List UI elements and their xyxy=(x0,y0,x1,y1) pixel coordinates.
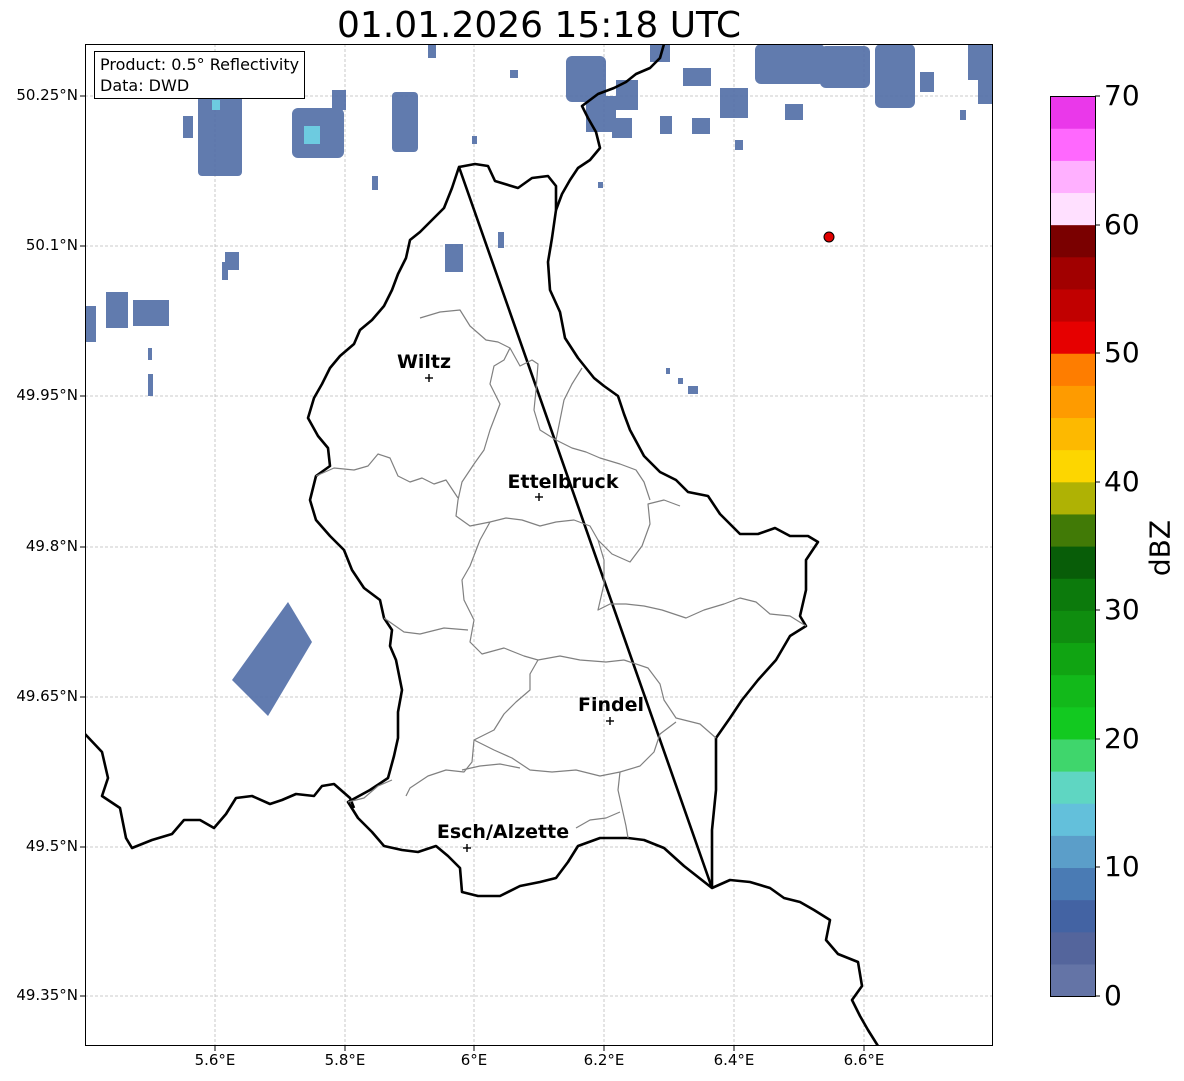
data-source-label: Data: DWD xyxy=(100,76,190,95)
radar-map: Wiltz Ettelbruck Findel Esch/Alzette xyxy=(80,44,1100,1051)
colorbar-segment xyxy=(1050,803,1096,836)
colorbar-segment xyxy=(1050,771,1096,804)
radar-station-marker xyxy=(823,231,835,243)
product-label: Product: 0.5° Reflectivity xyxy=(100,55,300,74)
city-labels: Wiltz Ettelbruck Findel Esch/Alzette xyxy=(397,351,644,843)
colorbar-segment xyxy=(1050,449,1096,483)
x-tick-label: 5.8°E xyxy=(324,1051,366,1069)
city-label-wiltz: Wiltz xyxy=(397,351,451,373)
y-tick-label: 49.95°N xyxy=(16,386,78,404)
colorbar-segment xyxy=(1050,674,1096,708)
colorbar-segment xyxy=(1050,963,1096,997)
radar-echoes xyxy=(86,44,993,716)
plot-frame xyxy=(85,44,993,1046)
colorbar-segment xyxy=(1050,835,1096,869)
city-marker-findel xyxy=(606,717,614,725)
colorbar-segment xyxy=(1050,160,1096,194)
colorbar-segment xyxy=(1050,610,1096,644)
city-label-esch: Esch/Alzette xyxy=(437,821,569,843)
city-marker-esch xyxy=(463,844,471,852)
y-tick-label: 49.65°N xyxy=(16,687,78,705)
country-borders xyxy=(85,44,880,1046)
colorbar-segment xyxy=(1050,353,1096,386)
colorbar-tick-label: 10 xyxy=(1104,850,1140,883)
y-tick-label: 50.25°N xyxy=(16,86,78,104)
x-tick-label: 6.2°E xyxy=(583,1051,625,1069)
y-tick-label: 49.8°N xyxy=(25,537,78,555)
y-tick-label: 49.35°N xyxy=(16,986,78,1004)
colorbar-tick-label: 50 xyxy=(1104,336,1140,369)
colorbar-tick-label: 20 xyxy=(1104,722,1140,755)
colorbar-segment xyxy=(1050,256,1096,290)
colorbar-segment xyxy=(1050,867,1096,901)
colorbar-tick-label: 70 xyxy=(1104,79,1140,112)
x-tick-label: 6.6°E xyxy=(843,1051,885,1069)
city-markers xyxy=(425,374,614,852)
colorbar-segment xyxy=(1050,706,1096,740)
colorbar-tick-label: 30 xyxy=(1104,593,1140,626)
colorbar-tick-label: 40 xyxy=(1104,465,1140,498)
colorbar-segment xyxy=(1050,513,1096,547)
colorbar-segment xyxy=(1050,321,1096,354)
canton-borders xyxy=(315,309,807,839)
x-tick-label: 6°E xyxy=(460,1051,488,1069)
colorbar-segment xyxy=(1050,385,1096,419)
city-marker-ettelbruck xyxy=(535,493,543,501)
x-tick-label: 5.6°E xyxy=(194,1051,236,1069)
city-marker-wiltz xyxy=(425,374,433,382)
colorbar-segment xyxy=(1050,192,1096,226)
city-label-ettelbruck: Ettelbruck xyxy=(508,471,619,493)
x-tick-marks xyxy=(214,1046,865,1051)
x-tick-label: 6.4°E xyxy=(713,1051,755,1069)
y-tick-marks xyxy=(80,95,85,997)
colorbar-segment xyxy=(1050,128,1096,161)
y-tick-label: 49.5°N xyxy=(25,837,78,855)
city-label-findel: Findel xyxy=(578,694,644,716)
gridlines xyxy=(85,44,993,1046)
colorbar-segment xyxy=(1050,417,1096,451)
colorbar-segment xyxy=(1050,546,1096,579)
colorbar-tick-label: 60 xyxy=(1104,208,1140,241)
colorbar-segment xyxy=(1050,578,1096,611)
colorbar-segment xyxy=(1050,96,1096,129)
colorbar-segment xyxy=(1050,224,1096,258)
colorbar-segment xyxy=(1050,738,1096,772)
product-info-box: Product: 0.5° Reflectivity Data: DWD xyxy=(94,51,306,99)
colorbar-segment xyxy=(1050,931,1096,965)
colorbar-segment xyxy=(1050,642,1096,676)
colorbar-tick-label: 0 xyxy=(1104,979,1122,1012)
colorbar xyxy=(1050,96,1096,997)
colorbar-segment xyxy=(1050,288,1096,322)
colorbar-title: dBZ xyxy=(1143,519,1177,577)
colorbar-segment xyxy=(1050,481,1096,515)
y-tick-label: 50.1°N xyxy=(25,236,78,254)
colorbar-segment xyxy=(1050,899,1096,933)
